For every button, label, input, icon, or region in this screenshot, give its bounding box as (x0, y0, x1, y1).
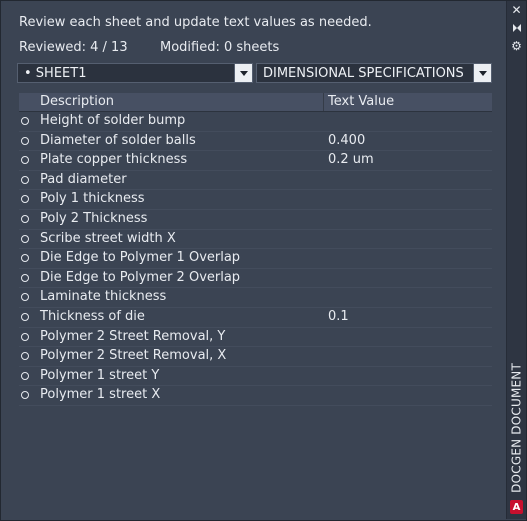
row-description: Poly 1 thickness (40, 191, 145, 207)
table-row[interactable]: Polymer 2 Street Removal, X (19, 347, 492, 367)
row-description: Poly 2 Thickness (40, 210, 148, 226)
chevron-down-icon[interactable] (234, 64, 252, 82)
category-dropdown-value: DIMENSIONAL SPECIFICATIONS (263, 65, 464, 81)
instructions-text: Review each sheet and update text values… (19, 15, 372, 30)
category-dropdown[interactable]: DIMENSIONAL SPECIFICATIONS (256, 63, 492, 83)
column-separator[interactable] (323, 93, 324, 111)
row-description: Die Edge to Polymer 2 Overlap (40, 269, 241, 285)
app-logo-icon: A (510, 500, 523, 514)
sheet-dropdown-value: • SHEET1 (24, 65, 87, 81)
table-body: Height of solder bump Diameter of solder … (19, 112, 492, 406)
row-status-radio[interactable] (21, 214, 29, 223)
row-status-radio[interactable] (21, 175, 29, 184)
table-row[interactable]: Laminate thickness (19, 288, 492, 308)
table-row[interactable]: Scribe street width X (19, 230, 492, 250)
chevron-down-icon[interactable] (473, 64, 491, 82)
row-status-radio[interactable] (21, 117, 29, 125)
row-status-radio[interactable] (21, 293, 29, 302)
row-text-value[interactable]: 0.1 (328, 309, 349, 324)
row-text-value[interactable]: 0.2 um (328, 152, 374, 167)
table-row[interactable]: Plate copper thickness 0.2 um (19, 151, 492, 171)
table-row[interactable]: Poly 2 Thickness (19, 210, 492, 230)
table-row[interactable]: Poly 1 thickness (19, 190, 492, 210)
row-status-radio[interactable] (21, 273, 29, 282)
row-status-radio[interactable] (21, 136, 29, 145)
row-description: Laminate thickness (40, 289, 167, 305)
row-description: Polymer 1 street X (40, 387, 161, 403)
row-description: Pad diameter (40, 171, 127, 187)
table-row[interactable]: Height of solder bump (19, 112, 492, 132)
reviewed-count: Reviewed: 4 / 13 (19, 40, 128, 55)
table-row[interactable]: Polymer 1 street X (19, 386, 492, 406)
table-row[interactable]: Diameter of solder balls 0.400 (19, 132, 492, 152)
sheet-dropdown[interactable]: • SHEET1 (17, 63, 253, 83)
row-description: Polymer 1 street Y (40, 367, 160, 383)
row-description: Polymer 2 Street Removal, Y (40, 328, 226, 344)
main-panel: Review each sheet and update text values… (1, 1, 506, 519)
row-description: Scribe street width X (40, 230, 176, 246)
row-description: Thickness of die (40, 308, 145, 324)
modified-count: Modified: 0 sheets (160, 40, 280, 55)
row-description: Diameter of solder balls (40, 132, 196, 148)
gear-icon[interactable]: ⚙ (509, 39, 524, 53)
palette-title: DOCGEN DOCUMENT (509, 363, 524, 493)
row-description: Height of solder bump (40, 113, 186, 128)
table-row[interactable]: Die Edge to Polymer 1 Overlap (19, 249, 492, 269)
table-header: Description Text Value (19, 93, 492, 112)
row-status-radio[interactable] (21, 312, 29, 321)
row-status-radio[interactable] (21, 195, 29, 204)
table-row[interactable]: Pad diameter (19, 171, 492, 191)
row-text-value[interactable]: 0.400 (328, 133, 365, 148)
palette-title-bar: ✕ ⚙ DOCGEN DOCUMENT A (506, 1, 526, 519)
row-status-radio[interactable] (21, 352, 29, 361)
text-values-table: Description Text Value Height of solder … (19, 93, 492, 406)
close-icon[interactable]: ✕ (509, 3, 524, 17)
row-status-radio[interactable] (21, 391, 29, 400)
row-status-radio[interactable] (21, 234, 29, 243)
row-status-radio[interactable] (21, 156, 29, 165)
column-header-description[interactable]: Description (40, 94, 114, 109)
table-row[interactable]: Polymer 2 Street Removal, Y (19, 328, 492, 348)
table-row[interactable]: Die Edge to Polymer 2 Overlap (19, 269, 492, 289)
pin-icon[interactable] (509, 21, 524, 35)
table-row[interactable]: Thickness of die 0.1 (19, 308, 492, 328)
table-row[interactable]: Polymer 1 street Y (19, 367, 492, 387)
row-status-radio[interactable] (21, 254, 29, 263)
row-status-radio[interactable] (21, 332, 29, 341)
row-description: Polymer 2 Street Removal, X (40, 348, 227, 364)
row-status-radio[interactable] (21, 371, 29, 380)
row-description: Plate copper thickness (40, 152, 188, 168)
column-header-text-value[interactable]: Text Value (328, 94, 394, 109)
row-description: Die Edge to Polymer 1 Overlap (40, 250, 241, 266)
